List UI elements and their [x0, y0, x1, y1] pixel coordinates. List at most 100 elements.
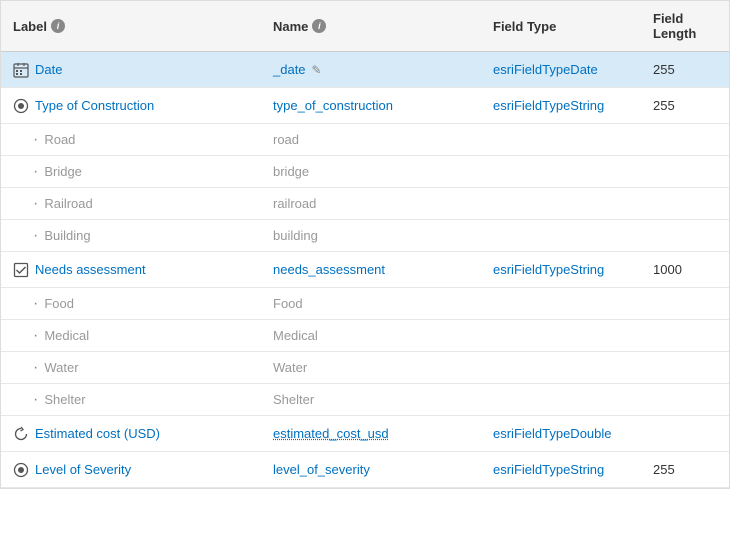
- row-label-cell: Level of Severity: [1, 456, 261, 484]
- sub-row-field-length-cell: [641, 300, 730, 308]
- table-row[interactable]: Needs assessment needs_assessment esriFiel…: [1, 252, 729, 288]
- sub-row-field-type-cell: [481, 396, 641, 404]
- row-label-cell: Needs assessment: [1, 256, 261, 284]
- sub-row-label-cell: · Shelter: [1, 388, 261, 412]
- row-field-type: esriFieldTypeDate: [493, 62, 598, 77]
- row-name-cell: estimated_cost_usd: [261, 420, 481, 447]
- sub-row-name-cell: bridge: [261, 160, 481, 183]
- header-field-length-text: Field Length: [653, 11, 719, 41]
- sub-row-name-cell: Medical: [261, 324, 481, 347]
- table-row[interactable]: Level of Severity level_of_severity esriFi…: [1, 452, 729, 488]
- sub-row-label-cell: ·Medical: [1, 324, 261, 348]
- sub-row-field-type-cell: [481, 168, 641, 176]
- table-row[interactable]: Type of Construction type_of_construction…: [1, 88, 729, 124]
- table-row[interactable]: Estimated cost (USD) estimated_cost_usd es…: [1, 416, 729, 452]
- header-field-type-text: Field Type: [493, 19, 556, 34]
- row-name-cell: _date ✎: [261, 56, 481, 83]
- table-header: Label i Name i Field Type Field Length: [1, 1, 729, 52]
- sub-row-name: Shelter: [273, 392, 314, 407]
- header-name-info-icon[interactable]: i: [312, 19, 326, 33]
- header-field-length: Field Length: [641, 9, 730, 43]
- sub-row-dot: ·: [33, 164, 38, 180]
- sub-row-label-cell: ·Road: [1, 128, 261, 152]
- radio-icon: [13, 98, 29, 114]
- row-field-type-cell: esriFieldTypeString: [481, 256, 641, 283]
- sub-row-dot: ·: [33, 196, 38, 212]
- sub-row-name: road: [273, 132, 299, 147]
- sub-row-label: Road: [44, 132, 75, 147]
- edit-icon[interactable]: ✎: [312, 63, 322, 77]
- row-field-type-cell: esriFieldTypeDouble: [481, 420, 641, 447]
- row-name-cell: needs_assessment: [261, 256, 481, 283]
- row-field-length-cell: 255: [641, 456, 730, 483]
- sub-row-field-length-cell: [641, 364, 730, 372]
- row-field-type: esriFieldTypeString: [493, 262, 604, 277]
- row-name: _date: [273, 62, 306, 77]
- row-field-type-cell: esriFieldTypeDate: [481, 56, 641, 83]
- row-field-length: 1000: [653, 262, 682, 277]
- sub-row-name: bridge: [273, 164, 309, 179]
- row-label: Date: [35, 62, 62, 77]
- sub-row-field-type-cell: [481, 300, 641, 308]
- sub-row-name-cell: railroad: [261, 192, 481, 215]
- sub-row-label: Water: [44, 360, 78, 375]
- sub-row-label: Building: [44, 228, 90, 243]
- sub-row: · Railroad railroad: [1, 188, 729, 220]
- table-row[interactable]: Date _date ✎ esriFieldTypeDate 255: [1, 52, 729, 88]
- sub-row-label: Shelter: [44, 392, 85, 407]
- sub-row: ·WaterWater: [1, 352, 729, 384]
- header-label-info-icon[interactable]: i: [51, 19, 65, 33]
- sub-row-label: Bridge: [44, 164, 82, 179]
- sub-row-name: Food: [273, 296, 303, 311]
- radio-icon: [13, 462, 29, 478]
- row-field-length: 255: [653, 462, 675, 477]
- row-field-length: 255: [653, 98, 675, 113]
- row-name: level_of_severity: [273, 462, 370, 477]
- sub-row-dot: ·: [33, 296, 38, 312]
- row-name: estimated_cost_usd: [273, 426, 389, 441]
- sub-row-name: railroad: [273, 196, 316, 211]
- row-label: Type of Construction: [35, 98, 154, 113]
- sub-row-name: Medical: [273, 328, 318, 343]
- sub-row-field-length-cell: [641, 136, 730, 144]
- sub-row-label-cell: ·Building: [1, 224, 261, 248]
- sub-row-name-cell: building: [261, 224, 481, 247]
- row-label-cell: Estimated cost (USD): [1, 420, 261, 448]
- sub-row-field-type-cell: [481, 364, 641, 372]
- sub-row-field-length-cell: [641, 332, 730, 340]
- calendar-icon: [13, 62, 29, 78]
- row-field-type: esriFieldTypeDouble: [493, 426, 612, 441]
- sub-row-name-cell: Shelter: [261, 388, 481, 411]
- row-field-length: 255: [653, 62, 675, 77]
- row-label: Level of Severity: [35, 462, 131, 477]
- row-label-cell: Date: [1, 56, 261, 84]
- header-name: Name i: [261, 9, 481, 43]
- row-field-length-cell: [641, 428, 730, 440]
- row-field-type: esriFieldTypeString: [493, 462, 604, 477]
- sub-row-label: Railroad: [44, 196, 92, 211]
- header-field-type: Field Type: [481, 9, 641, 43]
- sub-row-dot: ·: [33, 392, 38, 408]
- sub-row-label-cell: · Railroad: [1, 192, 261, 216]
- row-field-type: esriFieldTypeString: [493, 98, 604, 113]
- row-name: type_of_construction: [273, 98, 393, 113]
- sub-row-field-length-cell: [641, 232, 730, 240]
- sub-row: ·FoodFood: [1, 288, 729, 320]
- checkbox-icon: [13, 262, 29, 278]
- row-field-type-cell: esriFieldTypeString: [481, 456, 641, 483]
- sub-row-label: Medical: [44, 328, 89, 343]
- sub-row: ·MedicalMedical: [1, 320, 729, 352]
- sub-row-field-length-cell: [641, 396, 730, 404]
- row-name: needs_assessment: [273, 262, 385, 277]
- sub-row-name-cell: road: [261, 128, 481, 151]
- sub-row: · Shelter Shelter: [1, 384, 729, 416]
- sub-row-name: Water: [273, 360, 307, 375]
- row-name-cell: type_of_construction: [261, 92, 481, 119]
- sub-row: · Bridge bridge: [1, 156, 729, 188]
- rotate-icon: [13, 426, 29, 442]
- sub-row-name-cell: Water: [261, 356, 481, 379]
- row-label-cell: Type of Construction: [1, 92, 261, 120]
- row-field-length-cell: 1000: [641, 256, 730, 283]
- row-label: Estimated cost (USD): [35, 426, 160, 441]
- header-label-text: Label: [13, 19, 47, 34]
